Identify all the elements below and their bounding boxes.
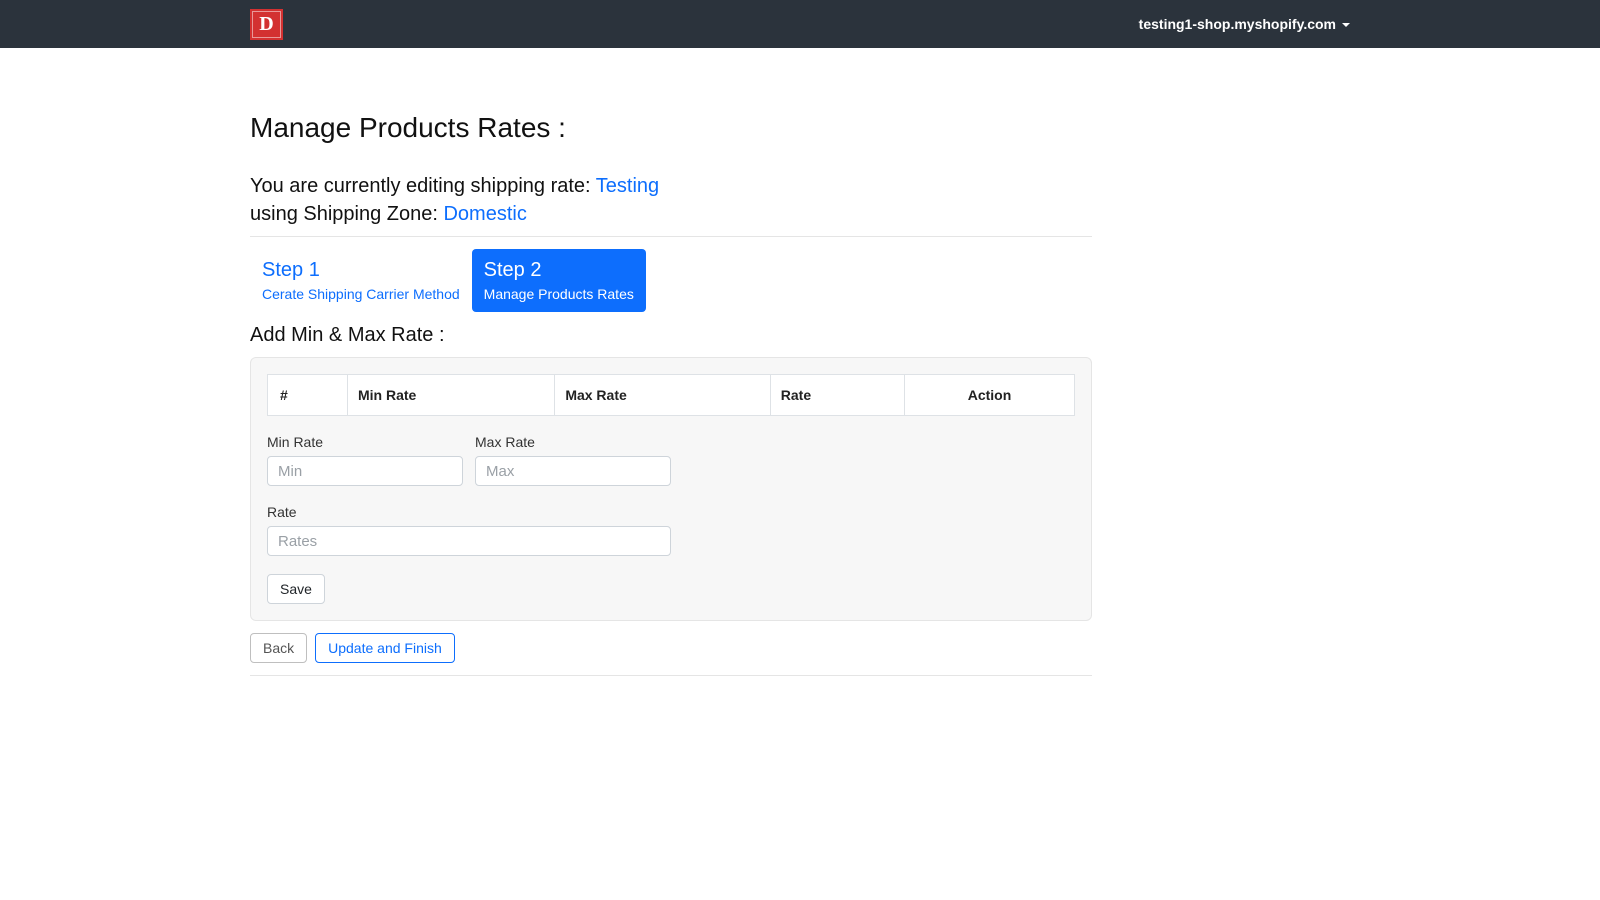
max-rate-label: Max Rate bbox=[475, 434, 671, 450]
max-rate-group: Max Rate bbox=[475, 434, 671, 486]
step-1-title: Step 1 bbox=[262, 259, 460, 282]
update-finish-button[interactable]: Update and Finish bbox=[315, 633, 455, 663]
step-2-title: Step 2 bbox=[484, 259, 634, 282]
col-action: Action bbox=[905, 375, 1075, 416]
col-index: # bbox=[268, 375, 348, 416]
page-title: Manage Products Rates : bbox=[250, 112, 1092, 144]
footer-divider bbox=[250, 675, 1092, 676]
rates-table-header-row: # Min Rate Max Rate Rate Action bbox=[268, 375, 1075, 416]
top-navbar: D testing1-shop.myshopify.com bbox=[0, 0, 1600, 48]
context-block: You are currently editing shipping rate:… bbox=[250, 172, 1092, 228]
rate-link[interactable]: Testing bbox=[596, 175, 659, 197]
rates-table: # Min Rate Max Rate Rate Action bbox=[267, 374, 1075, 416]
step-1[interactable]: Step 1 Cerate Shipping Carrier Method bbox=[250, 249, 472, 312]
max-rate-input[interactable] bbox=[475, 456, 671, 486]
divider bbox=[250, 236, 1092, 237]
caret-down-icon bbox=[1342, 23, 1350, 27]
save-row: Save bbox=[267, 574, 1075, 604]
rate-row: Rate bbox=[267, 504, 1075, 556]
brand-logo-letter: D bbox=[259, 13, 273, 36]
editing-rate-prefix: You are currently editing shipping rate: bbox=[250, 175, 596, 197]
main-container: Manage Products Rates : You are currentl… bbox=[250, 112, 1092, 716]
step-2-sub: Manage Products Rates bbox=[484, 286, 634, 302]
save-button[interactable]: Save bbox=[267, 574, 325, 604]
brand-logo[interactable]: D bbox=[250, 9, 283, 40]
step-1-sub: Cerate Shipping Carrier Method bbox=[262, 286, 460, 302]
min-rate-group: Min Rate bbox=[267, 434, 463, 486]
section-title: Add Min & Max Rate : bbox=[250, 324, 1092, 347]
rates-panel: # Min Rate Max Rate Rate Action Min Rate… bbox=[250, 357, 1092, 621]
col-min-rate: Min Rate bbox=[348, 375, 555, 416]
zone-prefix: using Shipping Zone: bbox=[250, 203, 443, 225]
min-max-row: Min Rate Max Rate bbox=[267, 434, 1075, 486]
min-rate-label: Min Rate bbox=[267, 434, 463, 450]
back-button[interactable]: Back bbox=[250, 633, 307, 663]
navbar-inner: D testing1-shop.myshopify.com bbox=[0, 9, 1600, 40]
col-rate: Rate bbox=[770, 375, 904, 416]
col-max-rate: Max Rate bbox=[555, 375, 770, 416]
steps-nav: Step 1 Cerate Shipping Carrier Method St… bbox=[250, 249, 1092, 312]
footer-actions: Back Update and Finish bbox=[250, 633, 1092, 663]
rate-label: Rate bbox=[267, 504, 671, 520]
rate-group: Rate bbox=[267, 504, 671, 556]
min-rate-input[interactable] bbox=[267, 456, 463, 486]
zone-link[interactable]: Domestic bbox=[443, 203, 526, 225]
rate-input[interactable] bbox=[267, 526, 671, 556]
shop-dropdown[interactable]: testing1-shop.myshopify.com bbox=[1139, 16, 1350, 32]
shop-domain-label: testing1-shop.myshopify.com bbox=[1139, 16, 1336, 32]
step-2[interactable]: Step 2 Manage Products Rates bbox=[472, 249, 646, 312]
